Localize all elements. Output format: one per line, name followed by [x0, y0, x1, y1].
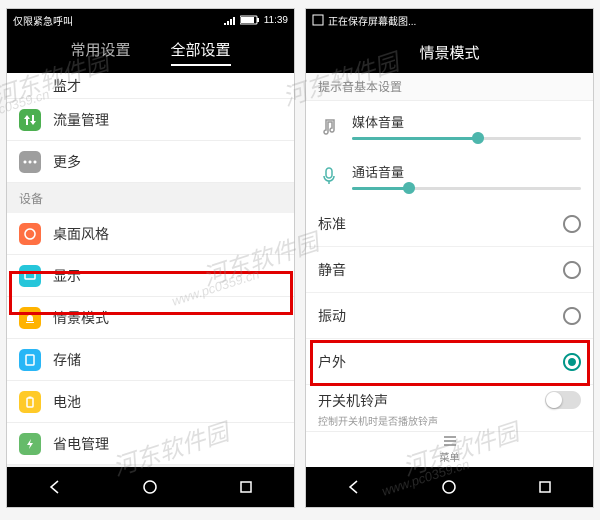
header-title: 情景模式: [306, 31, 593, 73]
mic-icon: [318, 165, 340, 187]
row-ring[interactable]: 开关机铃声 控制开关机时是否播放铃声: [306, 385, 593, 431]
menu-icon: [442, 435, 458, 447]
phone-left: 仅限紧急呼叫 11:39 常用设置 全部设置 监才 流量管理 更多: [6, 8, 295, 508]
menu-bar[interactable]: 菜单: [306, 431, 593, 467]
nav-home[interactable]: [434, 472, 464, 502]
music-icon: [318, 115, 340, 137]
status-text: 正在保存屏幕截图...: [328, 13, 416, 28]
media-volume-slider[interactable]: [352, 137, 581, 140]
settings-list: 监才 流量管理 更多 设备 桌面风格 显示 情景模式: [7, 73, 294, 467]
status-text: 仅限紧急呼叫: [13, 13, 73, 28]
row-traffic[interactable]: 流量管理: [7, 99, 294, 141]
row-display[interactable]: 显示: [7, 255, 294, 297]
nav-home[interactable]: [135, 472, 165, 502]
nav-back[interactable]: [339, 472, 369, 502]
nav-bar: [7, 467, 294, 507]
section-hint: 提示音基本设置: [306, 73, 593, 101]
row-battery[interactable]: 电池: [7, 381, 294, 423]
radio-icon: [563, 261, 581, 279]
mode-silent[interactable]: 静音: [306, 247, 593, 293]
scene-content: 提示音基本设置 媒体音量 通话音量 标准 静音: [306, 73, 593, 467]
row-call-volume: 通话音量: [306, 151, 593, 201]
tab-common[interactable]: 常用设置: [70, 39, 130, 66]
radio-icon: [563, 215, 581, 233]
battery-icon: [240, 15, 260, 25]
row-scene-mode[interactable]: 情景模式: [7, 297, 294, 339]
nav-bar: [306, 467, 593, 507]
nav-back[interactable]: [40, 472, 70, 502]
home-icon: [19, 223, 41, 245]
nav-recent[interactable]: [231, 472, 261, 502]
mode-vibrate[interactable]: 振动: [306, 293, 593, 339]
traffic-icon: [19, 109, 41, 131]
header-tabs: 常用设置 全部设置: [7, 31, 294, 73]
more-icon: [19, 151, 41, 173]
row-storage[interactable]: 存储: [7, 339, 294, 381]
radio-icon-selected: [563, 353, 581, 371]
status-bar: 仅限紧急呼叫 11:39: [7, 9, 294, 31]
signal-icon: [224, 15, 236, 25]
status-bar: 正在保存屏幕截图...: [306, 9, 593, 31]
ring-toggle[interactable]: [545, 391, 581, 409]
mode-outdoor[interactable]: 户外: [306, 339, 593, 385]
storage-icon: [19, 349, 41, 371]
battery-row-icon: [19, 391, 41, 413]
phone-right: 正在保存屏幕截图... 情景模式 提示音基本设置 媒体音量 通话音量: [305, 8, 594, 508]
row-more[interactable]: 更多: [7, 141, 294, 183]
tab-all[interactable]: 全部设置: [171, 39, 231, 66]
section-device: 设备: [7, 183, 294, 213]
power-icon: [19, 433, 41, 455]
radio-icon: [563, 307, 581, 325]
mode-standard[interactable]: 标准: [306, 201, 593, 247]
screenshot-icon: [312, 14, 324, 26]
display-icon: [19, 265, 41, 287]
row-media-volume: 媒体音量: [306, 101, 593, 151]
call-volume-slider[interactable]: [352, 187, 581, 190]
nav-recent[interactable]: [530, 472, 560, 502]
scene-icon: [19, 307, 41, 329]
row-home-style[interactable]: 桌面风格: [7, 213, 294, 255]
status-time: 11:39: [264, 15, 288, 26]
row-power-mgmt[interactable]: 省电管理: [7, 423, 294, 465]
row-bluetooth[interactable]: 监才: [7, 73, 294, 99]
